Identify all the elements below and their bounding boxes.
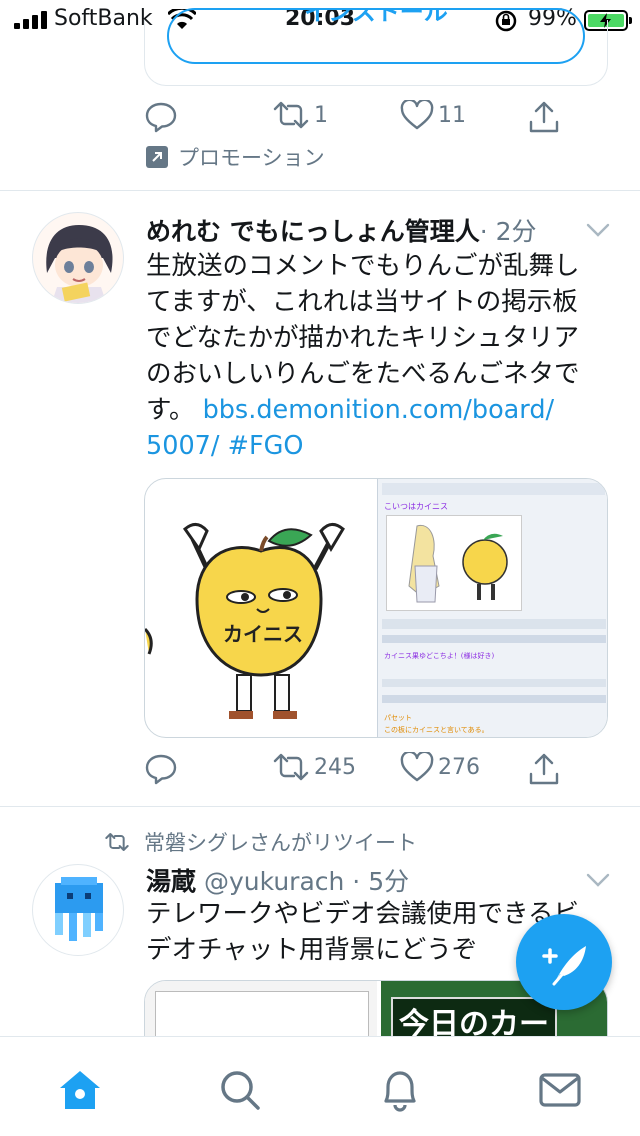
tweet-time: · 2分 <box>479 217 537 246</box>
like-button[interactable]: 276 <box>400 752 480 782</box>
home-icon <box>60 1071 100 1109</box>
install-button[interactable]: インストール <box>167 8 585 64</box>
search-icon <box>221 1071 260 1110</box>
promoted-icon <box>146 146 168 168</box>
handle-and-time: @yukurach · 5分 <box>203 867 410 896</box>
bbs-line: カイニス果ゆどこちよ！(様は好き) <box>384 652 495 660</box>
tab-notifications[interactable] <box>375 1065 425 1115</box>
bbs-screenshot: こいつはカイニス カイニス果ゆどこちよ！(様は好き) パセット この板にカイニス… <box>377 479 607 737</box>
retweet-icon <box>273 753 309 781</box>
tweet-link[interactable]: bbs.demonition.com/board/ <box>203 395 555 425</box>
retweeted-by: 常磐シグレさんがリツイート <box>104 827 417 857</box>
chevron-down-icon[interactable] <box>586 872 610 888</box>
promotion-text: プロモーション <box>178 146 325 170</box>
heart-icon <box>400 100 434 130</box>
tweet-line: でどなたかが描かれたキリシュタリア <box>146 323 579 353</box>
display-name[interactable]: 湯蔵 <box>146 867 196 896</box>
tweet-line: す。 <box>146 395 195 425</box>
chevron-down-icon[interactable] <box>586 222 610 238</box>
reply-icon <box>145 102 177 133</box>
heart-icon <box>400 752 434 782</box>
share-button[interactable] <box>528 752 560 786</box>
messages-icon <box>539 1073 581 1107</box>
display-name[interactable]: めれむ でもにっしょん管理人 <box>146 217 480 246</box>
share-button[interactable] <box>528 100 560 134</box>
tab-home[interactable] <box>55 1065 105 1115</box>
compose-icon <box>542 946 586 986</box>
bbs-line: パセット <box>384 714 412 722</box>
share-icon <box>529 101 559 133</box>
promotion-label: プロモーション <box>146 142 325 172</box>
retweeted-by-text[interactable]: 常磐シグレさんがリツイート <box>144 827 417 857</box>
tweet-link-continued[interactable]: 5007/ <box>146 431 220 461</box>
promo-card: インストール <box>144 8 608 86</box>
divider <box>0 190 640 191</box>
jellyfish-avatar <box>55 877 103 941</box>
tweet-media[interactable]: カイニス こいつはカイニス カイニス果ゆどこちよ！(様は好き) パセット この板… <box>144 478 608 738</box>
promo-actions: 1 11 <box>144 100 574 140</box>
like-count: 276 <box>438 754 480 780</box>
reply-icon <box>145 754 177 785</box>
retweet-count: 245 <box>314 754 356 780</box>
like-button[interactable]: 11 <box>400 100 466 130</box>
bbs-thumbnail <box>408 524 508 603</box>
share-icon <box>529 753 559 785</box>
avatar-illustration <box>46 225 113 303</box>
retweet-icon <box>105 833 129 851</box>
tweet-actions: 245 276 <box>144 752 574 792</box>
reply-button[interactable] <box>144 752 178 786</box>
retweet-button[interactable]: 245 <box>272 752 356 782</box>
media-caption: カイニス <box>223 622 303 646</box>
tab-search[interactable] <box>215 1065 265 1115</box>
bbs-line: この板にカイニスと言いてある。 <box>384 726 489 734</box>
tweet-line: てますが、これれは当サイトの掲示板 <box>146 287 578 317</box>
tweet-text: 生放送のコメントでもりんごが乱舞し てますが、これれは当サイトの掲示板 でどなた… <box>146 248 606 464</box>
hashtag-link[interactable]: #FGO <box>228 431 304 461</box>
avatar[interactable] <box>32 864 124 956</box>
retweet-icon <box>273 101 309 129</box>
reply-button[interactable] <box>144 100 178 134</box>
retweet-button[interactable]: 1 <box>272 100 328 130</box>
notifications-icon <box>384 1071 416 1112</box>
tweet-header: 湯蔵 @yukurach · 5分 <box>146 862 409 898</box>
retweet-count: 1 <box>314 102 328 128</box>
apple-character-image: カイニス <box>145 523 345 719</box>
avatar[interactable] <box>32 212 124 304</box>
like-count: 11 <box>438 102 466 128</box>
tab-messages[interactable] <box>535 1065 585 1115</box>
tweet-line: 生放送のコメントでもりんごが乱舞し <box>146 251 580 281</box>
bbs-line: こいつはカイニス <box>384 502 448 511</box>
divider <box>0 806 640 807</box>
tweet-header: めれむ でもにっしょん管理人· 2分 <box>146 212 537 248</box>
tweet-line: のおいしいりんごをたべるんごネタで <box>146 359 580 389</box>
tab-bar <box>0 1036 640 1136</box>
compose-tweet-button[interactable] <box>516 914 612 1010</box>
